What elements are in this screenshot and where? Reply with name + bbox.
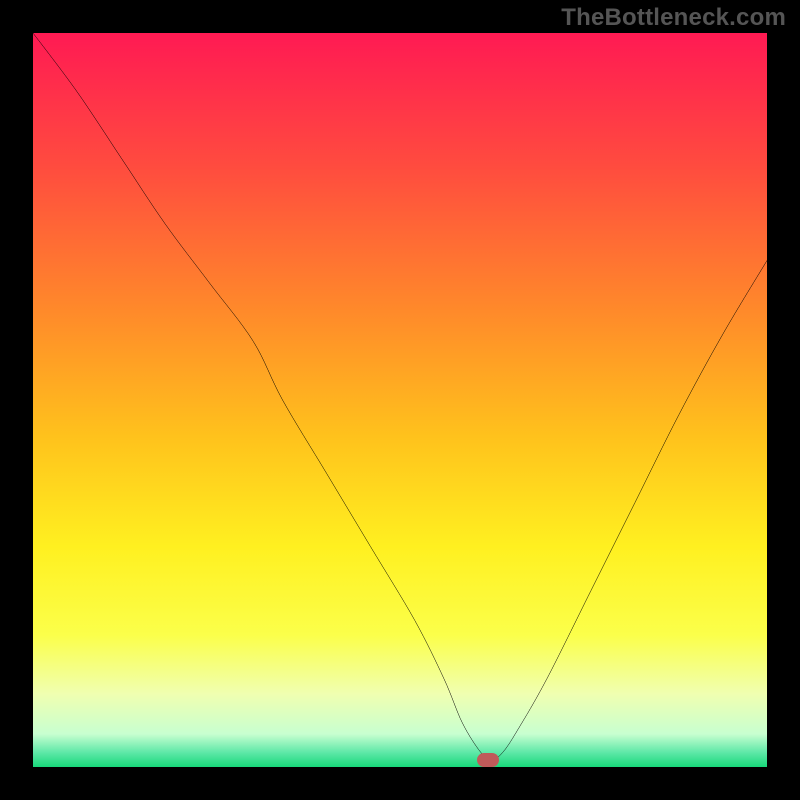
watermark-text: TheBottleneck.com	[561, 4, 786, 32]
bottleneck-curve	[33, 33, 767, 767]
plot-area	[33, 33, 767, 767]
chart-frame: TheBottleneck.com	[0, 0, 800, 800]
optimum-marker	[477, 753, 499, 767]
